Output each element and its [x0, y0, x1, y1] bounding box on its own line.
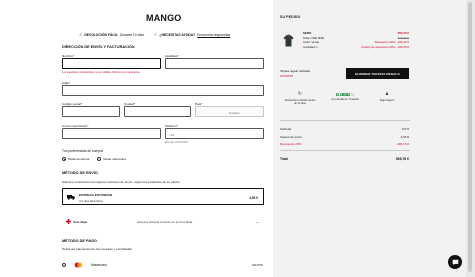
perk-trustpilot: ★★★★★ 4,2 estrellas en Trustpilot [326, 93, 364, 102]
help-info-title: ¿NECESITAS AYUDA? [159, 32, 196, 37]
surname-field[interactable] [165, 58, 264, 69]
product-quantity: Cantidad: 1 [303, 44, 318, 49]
mastercard-icon [74, 262, 83, 268]
return-info-detail: Durante 14 días [119, 32, 145, 37]
total-label: Total [280, 157, 288, 161]
product-info: SERO Talla: ONE SIZE Color: Verde Cantid… [303, 31, 324, 49]
check-icon: ✓ [154, 32, 158, 37]
remove-gift-card-button[interactable]: ELIMINAR TARJETA REGALO [346, 68, 409, 79]
street-field[interactable] [62, 85, 264, 96]
donation-name: Cruz Roja [73, 220, 88, 224]
perk-trustpilot-text: 4,2 estrellas en Trustpilot [331, 98, 359, 102]
payment-option-mastercard[interactable]: Mastercard GRATIS [62, 260, 264, 270]
product-image [283, 34, 294, 47]
radio-selected[interactable] [62, 157, 66, 161]
lock-icon: 🔒︎ [385, 91, 389, 97]
product-prices: 559,75 € 699,99 € Descuento 20%: -180,25… [361, 31, 409, 49]
subtotal-value: 747 € [401, 127, 409, 131]
radio-unselected[interactable] [97, 157, 102, 161]
name-error: Los caracteres introducidos no son válid… [62, 71, 141, 74]
payment-section-title: MÉTODO DE PAGO [62, 239, 97, 243]
shipping-cost-label: Gastos de envío [280, 134, 302, 139]
divider [280, 150, 410, 151]
summary-subtotal: Subtotal 747 € [280, 127, 409, 131]
zip-field[interactable] [62, 106, 120, 117]
truck-icon [67, 195, 75, 200]
shipping-cost-value: 4,95 € [400, 134, 409, 139]
total-value: 568,78 € [395, 157, 409, 161]
subtotal-label: Subtotal [280, 127, 292, 131]
phone-prefix: +34 [169, 132, 175, 137]
name-field[interactable] [62, 58, 161, 69]
product-code-discount: Código de descuento 20%: -180,25 € [361, 44, 409, 49]
chat-button[interactable] [448, 255, 462, 269]
summary-shipping: Gastos de envío 4,95 € [280, 135, 409, 139]
radio-unselected[interactable] [62, 263, 66, 267]
pref-women-label: Moda femenina [68, 157, 90, 161]
check-icon: ✓ [79, 32, 83, 37]
info-bar: ✓ DEVOLUCIÓN FÁCIL Durante 14 días ✓ ¿NE… [79, 32, 230, 37]
return-icon: ↻ [297, 91, 303, 97]
payment-method-name: Mastercard [91, 263, 107, 267]
donation-description: Apoya a Ucrania a través de la Cruz Roja [137, 220, 193, 224]
donation-row[interactable]: Cruz Roja Apoya a Ucrania a través de la… [62, 216, 264, 228]
shipping-option-name: ENTREGA ESTÁNDAR [79, 193, 113, 197]
checkout-page: MANGO ✓ DEVOLUCIÓN FÁCIL Durante 14 días… [0, 0, 475, 277]
country-field: España [195, 106, 264, 117]
order-title: SU PEDIDO [280, 15, 301, 19]
pref-women-option[interactable]: Moda femenina [62, 157, 89, 161]
pref-men-label: Moda masculina [103, 157, 126, 161]
return-info: ✓ DEVOLUCIÓN FÁCIL Durante 14 días [79, 32, 144, 37]
perk-returns-text: Devoluciones fáciles dentro de 14 días [284, 99, 316, 106]
perk-secure-text: Pago Seguro [379, 99, 395, 102]
brand-logo[interactable]: MANGO [146, 13, 182, 23]
trustpilot-stars: ★★★★★ [336, 93, 354, 97]
shipping-option-standard[interactable]: ENTREGA ESTÁNDAR 3-6 días laborables 4,9… [62, 188, 264, 205]
chevron-down-icon[interactable]: ⌄ [256, 219, 259, 224]
perk-returns: ↻ Devoluciones fáciles dentro de 14 días [283, 91, 317, 106]
city-field[interactable] [124, 106, 191, 117]
country-value: España [229, 110, 240, 115]
discount-label: Descuento 20% [280, 142, 302, 146]
scrollbar-thumb[interactable] [468, 2, 472, 272]
email-field[interactable] [62, 128, 161, 139]
help-info: ✓ ¿NECESITAS AYUDA? Encuentra respuestas [154, 32, 230, 37]
summary-discount: Descuento 20% -183,15 € [280, 142, 409, 146]
shipping-option-price: 4,95 € [249, 195, 258, 200]
summary-total: Total 568,78 € [280, 157, 409, 161]
gift-card-label: Tarjeta regalo utilizada [280, 69, 311, 73]
gift-card-info: Tarjeta regalo utilizada STARTZ5 [280, 69, 310, 78]
preferences-options: Moda femenina Moda masculina [62, 157, 126, 161]
return-info-title: DEVOLUCIÓN FÁCIL [84, 32, 118, 37]
chat-icon [452, 259, 458, 265]
shipping-subtitle: Siempre mostramos las mejores opciones d… [62, 180, 180, 184]
address-section-title: DIRECCIÓN DE ENVÍO Y FACTURACIÓN [62, 45, 135, 49]
phone-hint: Ejemplo: 612345678 [165, 140, 188, 144]
discount-value: -183,15 € [396, 142, 409, 146]
perk-secure-payment: 🔒︎ Pago Seguro [371, 91, 403, 102]
help-link[interactable]: Encuentra respuestas [197, 33, 230, 37]
shipping-section-title: MÉTODO DE ENVÍO [62, 171, 98, 175]
shipping-option-days: 3-6 días laborables [79, 198, 103, 203]
phone-field[interactable]: +34 [165, 128, 264, 139]
payment-subtitle: Todas las transacciones son seguras y en… [62, 247, 132, 251]
pref-men-option[interactable]: Moda masculina [97, 157, 126, 161]
red-cross-icon [66, 219, 71, 224]
gift-card-code: STARTZ5 [280, 73, 294, 78]
divider [280, 120, 410, 121]
preferences-title: Tus preferencias de compra [62, 149, 103, 153]
payment-method-note: GRATIS [251, 263, 263, 267]
